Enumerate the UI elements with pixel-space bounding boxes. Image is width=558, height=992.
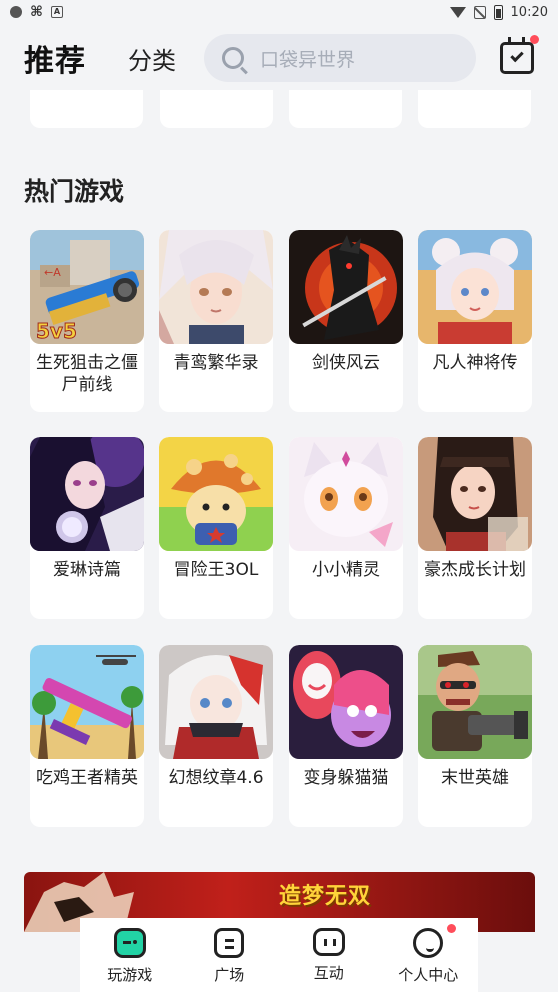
game-name: 豪杰成长计划: [424, 560, 526, 580]
nav-play-games[interactable]: 玩游戏: [80, 918, 180, 992]
game-icon-maoxianwang: [159, 437, 273, 551]
tab-category[interactable]: 分类: [128, 41, 176, 76]
game-card[interactable]: 幻想纹章4.6: [159, 645, 273, 827]
notification-dot-icon: [10, 6, 22, 18]
nav-label: 玩游戏: [107, 966, 153, 984]
game-name: 冒险王3OL: [173, 560, 259, 580]
game-icon-ailin: [30, 437, 144, 551]
game-card[interactable]: 剑侠风云: [289, 230, 403, 412]
game-icon-qingluan: [159, 230, 273, 344]
tab-recommend[interactable]: 推荐: [24, 36, 86, 82]
game-icon-xiaoxiao-jingling: [289, 437, 403, 551]
game-card[interactable]: 凡人神将传: [418, 230, 532, 412]
top-header: 推荐 分类 口袋异世界: [0, 28, 558, 88]
gamepad-icon: [113, 928, 146, 958]
nav-square[interactable]: 广场: [180, 918, 280, 992]
nav-label: 广场: [214, 966, 245, 984]
notification-a-icon: A: [51, 6, 63, 18]
game-icon-sniper: ←A 5v5: [30, 230, 144, 344]
game-card[interactable]: 豪杰成长计划: [418, 437, 532, 619]
status-bar: ⌘ A 10:20: [0, 0, 558, 24]
bottom-navigation: 玩游戏 广场 互动 个人中心: [80, 918, 478, 992]
search-placeholder: 口袋异世界: [260, 48, 356, 71]
nav-profile[interactable]: 个人中心: [379, 918, 479, 992]
partial-card[interactable]: [289, 90, 402, 128]
game-icon-jianxia: [289, 230, 403, 344]
game-icon-huanxiang: [159, 645, 273, 759]
battery-icon: [493, 4, 503, 20]
game-name: 变身躲猫猫: [303, 768, 389, 788]
app-screen: ⌘ A 10:20 推荐 分类 口袋异世界 热门游戏 ←A 5v5 生死狙击之僵…: [0, 0, 558, 992]
game-icon-fanren: [418, 230, 532, 344]
game-card[interactable]: 变身躲猫猫: [289, 645, 403, 827]
game-icon-bianshen: [289, 645, 403, 759]
game-name: 剑侠风云: [312, 353, 380, 373]
search-input[interactable]: 口袋异世界: [204, 34, 476, 82]
svg-text:←A: ←A: [44, 266, 61, 279]
chat-icon: [312, 928, 345, 956]
game-icon-chiji: [30, 645, 144, 759]
game-name: 末世英雄: [441, 768, 509, 788]
partial-card[interactable]: [418, 90, 531, 128]
calendar-check-icon: [510, 48, 524, 63]
game-name: 生死狙击之僵尸前线: [36, 353, 138, 395]
bug-icon: ⌘: [30, 4, 43, 20]
game-icon-moshi: [418, 645, 532, 759]
status-time: 10:20: [510, 4, 548, 20]
game-icon-haojie: [418, 437, 532, 551]
person-icon: [413, 928, 444, 958]
no-sim-icon: [473, 5, 486, 19]
search-icon: [222, 47, 244, 69]
game-name: 幻想纹章4.6: [168, 768, 264, 788]
game-card[interactable]: 小小精灵: [289, 437, 403, 619]
tab-recommend-label: 推荐: [24, 44, 86, 79]
profile-badge: [447, 924, 456, 933]
partial-card[interactable]: [30, 90, 143, 128]
game-name: 青鸾繁华录: [173, 353, 259, 373]
game-card[interactable]: 冒险王3OL: [159, 437, 273, 619]
nav-label: 个人中心: [398, 966, 459, 984]
nav-label: 互动: [313, 964, 344, 982]
game-name: 凡人神将传: [432, 353, 518, 373]
game-card[interactable]: 末世英雄: [418, 645, 532, 827]
svg-text:5v5: 5v5: [36, 319, 77, 343]
game-card[interactable]: 吃鸡王者精英: [30, 645, 144, 827]
game-name: 爱琳诗篇: [53, 560, 121, 580]
nav-interact[interactable]: 互动: [279, 918, 379, 992]
square-icon: [214, 928, 245, 958]
game-card[interactable]: 青鸾繁华录: [159, 230, 273, 412]
section-title-hot-games: 热门游戏: [24, 177, 125, 206]
calendar-checkin-button[interactable]: [500, 35, 539, 74]
partial-card[interactable]: [160, 90, 273, 128]
wifi-icon: [449, 6, 466, 18]
previous-section-cards: [30, 90, 532, 128]
calendar-badge: [530, 35, 539, 44]
game-name: 小小精灵: [312, 560, 380, 580]
game-card[interactable]: 爱琳诗篇: [30, 437, 144, 619]
banner-title: 造梦无双: [279, 884, 372, 909]
game-name: 吃鸡王者精英: [36, 768, 138, 788]
game-card[interactable]: ←A 5v5 生死狙击之僵尸前线: [30, 230, 144, 412]
